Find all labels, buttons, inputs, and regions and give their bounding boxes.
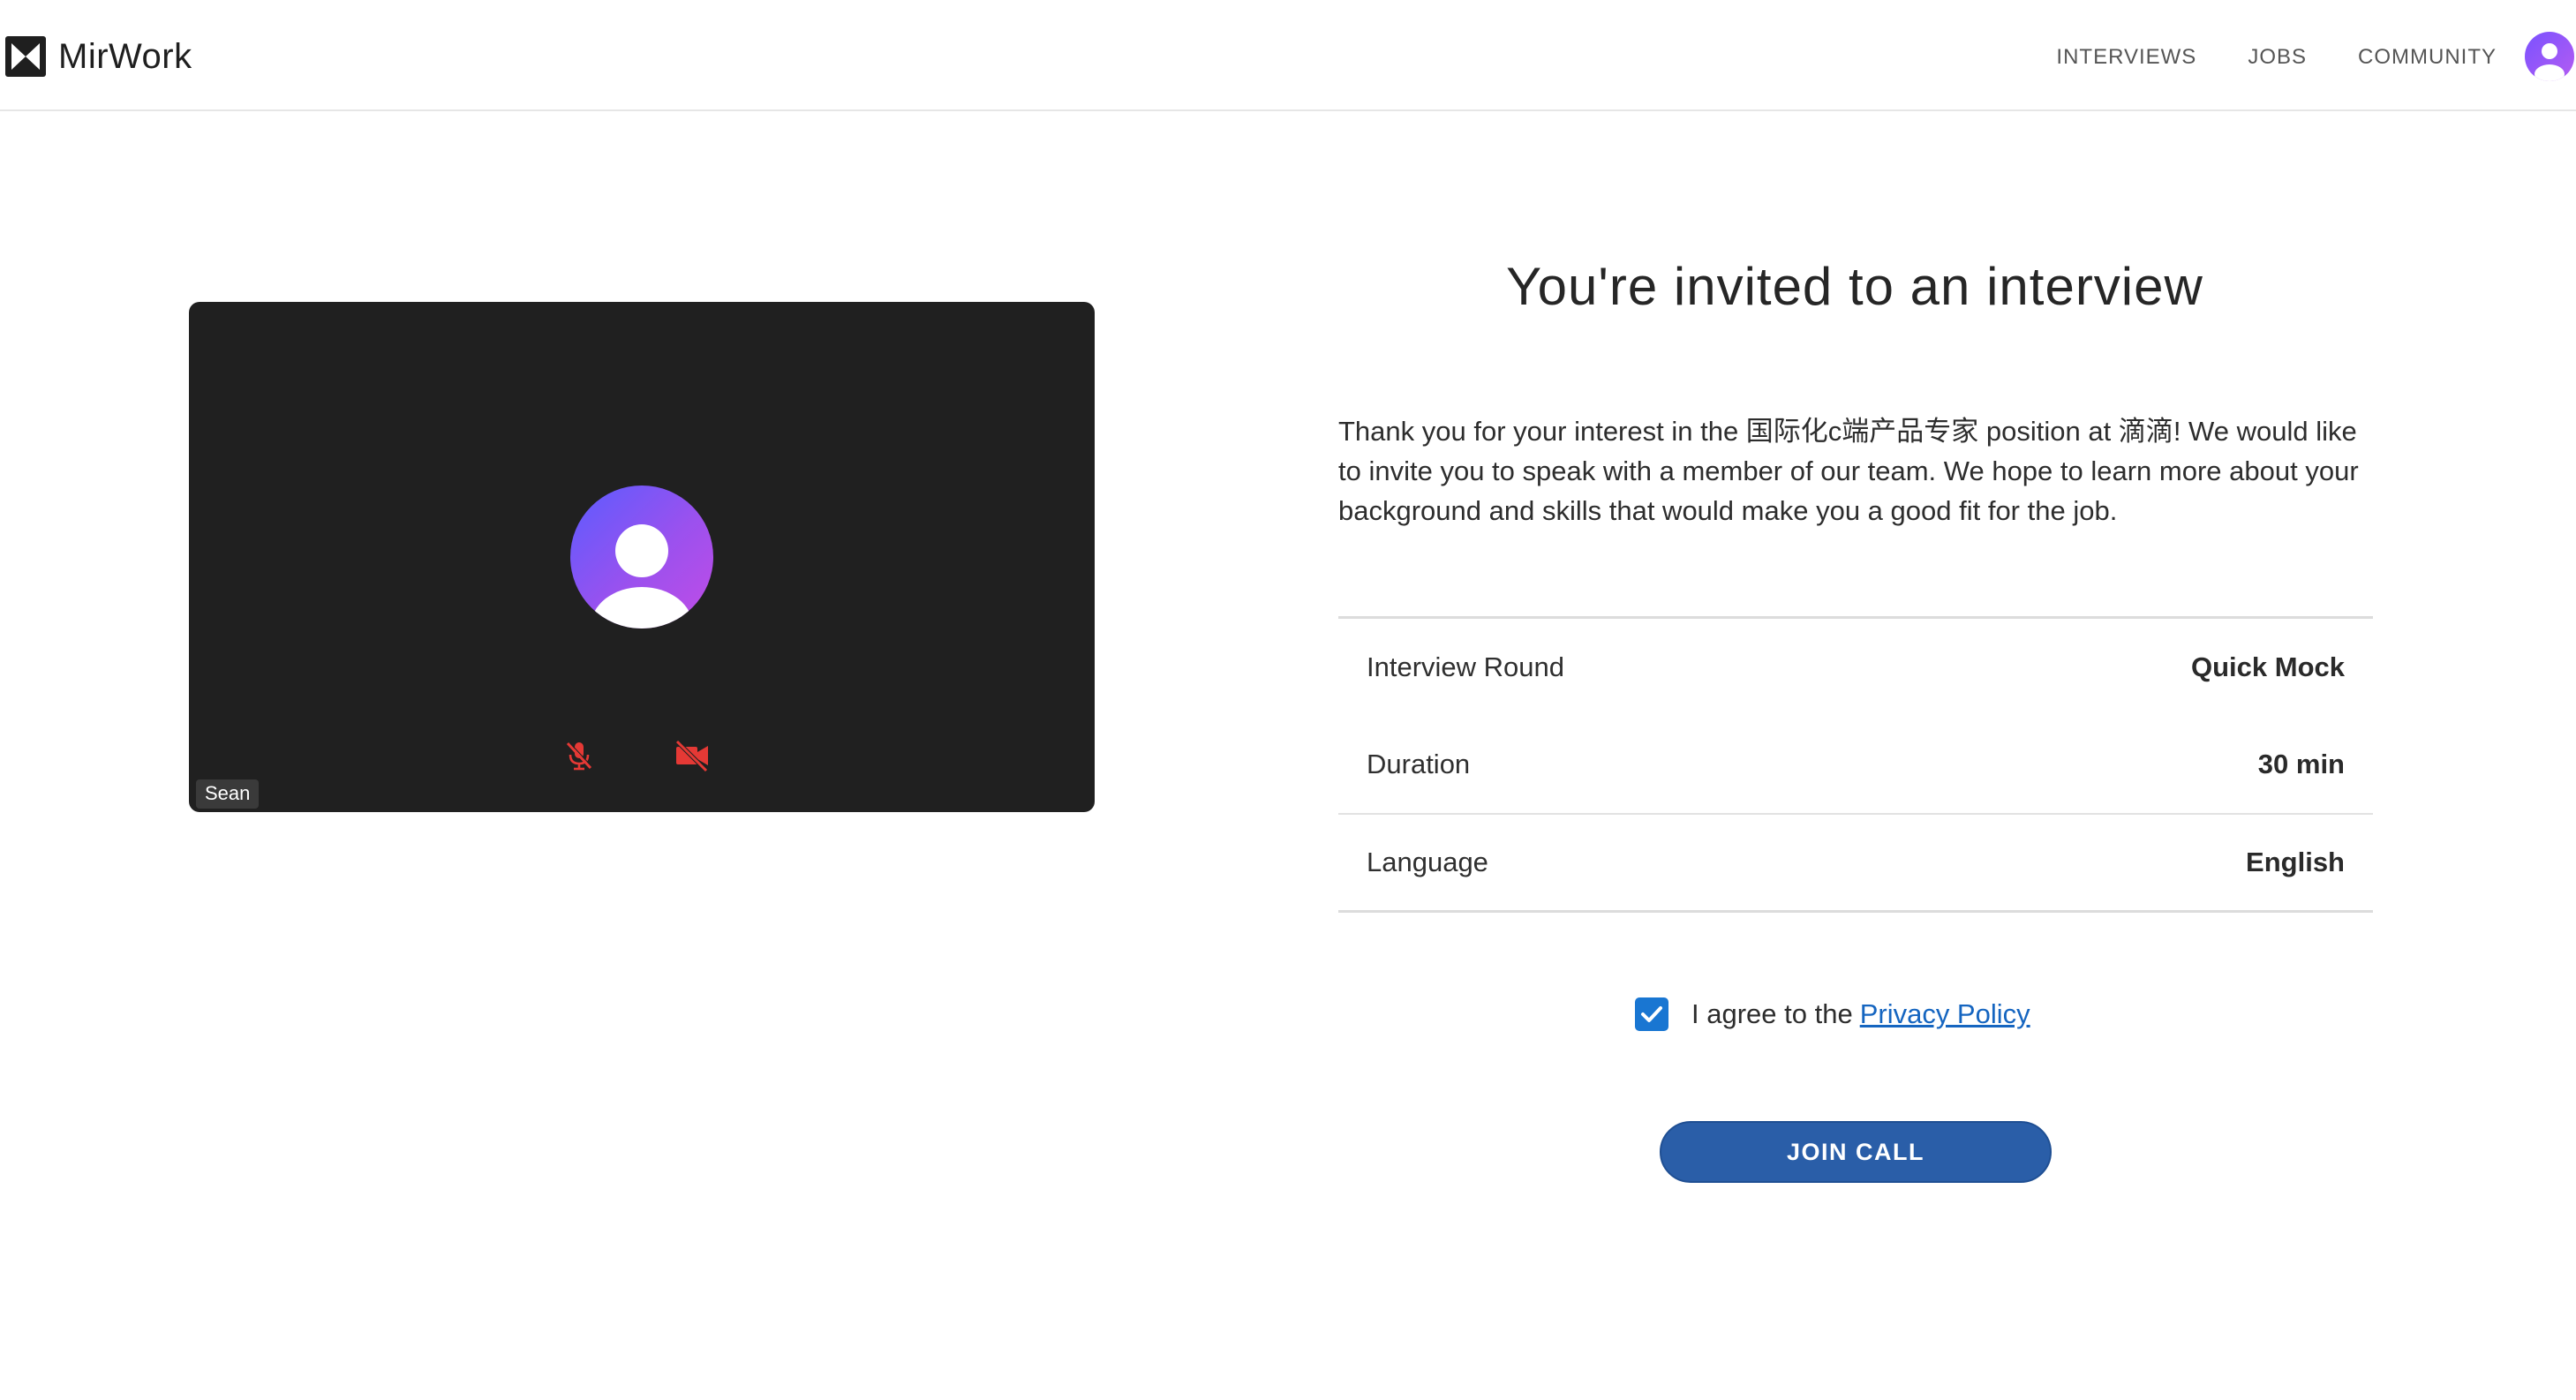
privacy-policy-link[interactable]: Privacy Policy — [1860, 998, 2030, 1030]
participant-name-tag: Sean — [196, 779, 260, 809]
privacy-checkbox[interactable] — [1635, 997, 1668, 1031]
agree-label: I agree to the — [1691, 998, 1853, 1029]
user-silhouette-icon — [2535, 43, 2565, 81]
page-title: You're invited to an interview — [1506, 257, 2203, 316]
mirwork-logo-icon — [5, 36, 46, 77]
detail-row-duration: Duration 30 min — [1338, 716, 2373, 813]
brand[interactable]: MirWork — [5, 34, 192, 79]
top-navigation-bar: MirWork INTERVIEWS JOBS COMMUNITY — [0, 0, 2576, 111]
detail-value: 30 min — [2257, 749, 2345, 779]
checkmark-icon — [1641, 1006, 1662, 1022]
mic-muted-icon[interactable] — [560, 736, 599, 775]
video-preview: Sean — [189, 302, 1095, 812]
detail-label: Language — [1367, 847, 1488, 877]
join-call-button[interactable]: JOIN CALL — [1660, 1121, 2052, 1183]
detail-row-interview-round: Interview Round Quick Mock — [1338, 619, 2373, 716]
detail-value: Quick Mock — [2191, 651, 2345, 682]
main-nav: INTERVIEWS JOBS COMMUNITY — [2005, 35, 2497, 79]
detail-value: English — [2246, 847, 2345, 877]
user-avatar-icon[interactable] — [2525, 32, 2574, 81]
detail-label: Interview Round — [1367, 651, 1565, 682]
detail-label: Duration — [1367, 749, 1471, 779]
participant-avatar-icon — [570, 485, 713, 628]
interview-details-table: Interview Round Quick Mock Duration 30 m… — [1338, 616, 2373, 913]
nav-community[interactable]: COMMUNITY — [2358, 45, 2497, 70]
brand-name: MirWork — [58, 36, 192, 76]
privacy-agreement: I agree to the Privacy Policy — [1635, 992, 2030, 1036]
camera-off-icon[interactable] — [673, 736, 712, 775]
detail-row-language: Language English — [1338, 813, 2373, 910]
nav-jobs[interactable]: JOBS — [2248, 45, 2307, 70]
invite-message: Thank you for your interest in the 国际化c端… — [1338, 416, 2359, 526]
nav-interviews[interactable]: INTERVIEWS — [2056, 45, 2196, 70]
